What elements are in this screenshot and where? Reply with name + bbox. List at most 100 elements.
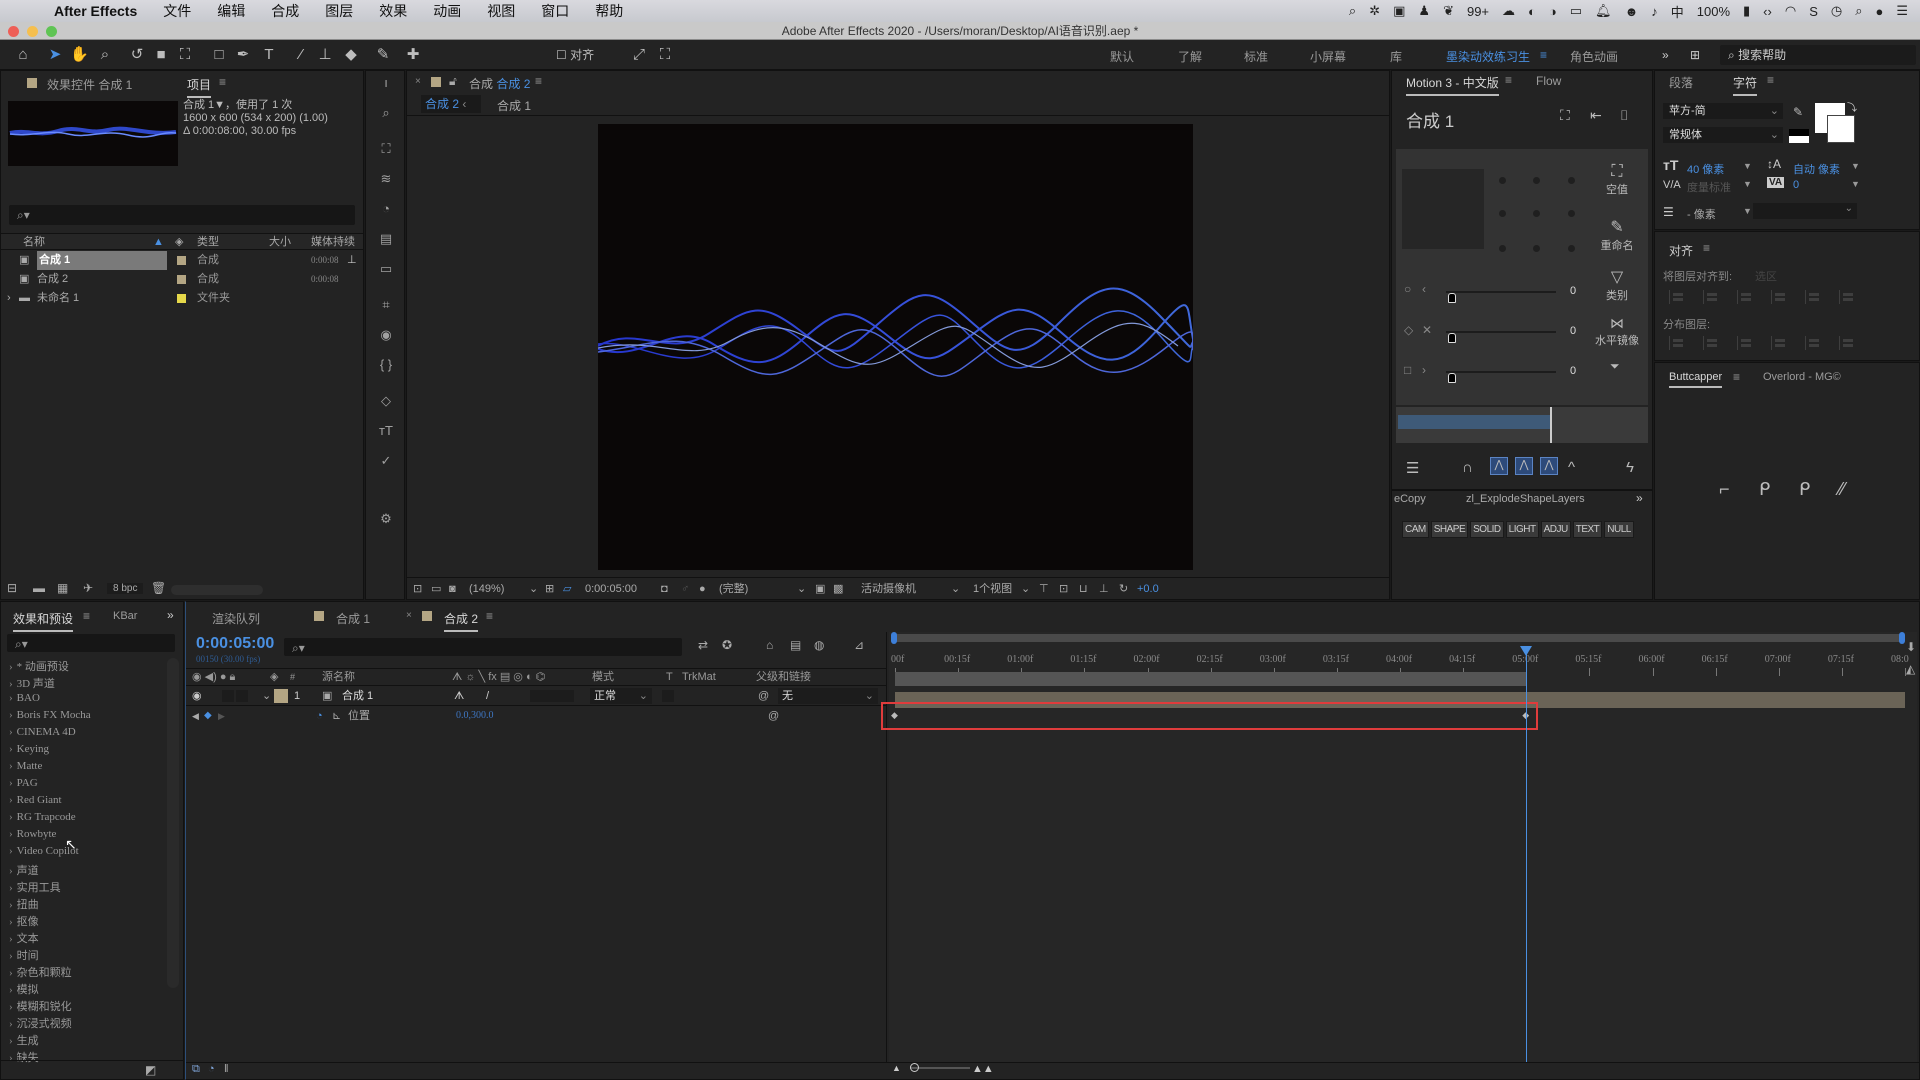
effects-category-item[interactable]: › 声道 — [9, 862, 39, 878]
layer-visibility-icon[interactable]: ◉ — [192, 687, 202, 705]
effects-category-item[interactable]: › PAG — [9, 777, 38, 789]
toggle-switches-icon[interactable]: ⧉ — [192, 1063, 200, 1076]
effects-menu-icon[interactable]: ≡ — [83, 609, 90, 623]
eyedropper-icon[interactable]: ✎ — [1793, 105, 1803, 119]
timeline-zoom-slider[interactable] — [910, 1067, 970, 1069]
sort-ascending-icon[interactable]: ▲ — [153, 234, 164, 250]
tab-overlord[interactable]: Overlord - MG© — [1763, 371, 1841, 383]
layer-row[interactable]: ◉ ⌄ 1 ▣ 合成 1 ᗑ / 正常 ⌄ @ 无 ⌄ — [186, 687, 886, 706]
kbar-button-null[interactable]: NULL — [1604, 521, 1634, 538]
vr-icon[interactable]: ◙ — [449, 578, 456, 600]
slider-thumb-1[interactable] — [1448, 293, 1456, 303]
camera-chevron-icon[interactable]: ⌄ — [951, 578, 960, 600]
color-channels-icon[interactable]: ● — [699, 578, 706, 600]
render-icon[interactable]: ✈ — [83, 581, 93, 595]
source-name-header[interactable]: 源名称 — [322, 669, 355, 686]
graph-editor-icon[interactable]: ⊿ — [854, 638, 864, 652]
tab-comp2[interactable]: 合成 2 — [444, 610, 479, 632]
tab-buttcapper[interactable]: Buttcapper — [1669, 371, 1723, 388]
effects-category-item[interactable]: › 实用工具 — [9, 879, 61, 895]
snap-edge-icon[interactable]: ⛶ — [656, 46, 674, 64]
tab-render-queue[interactable]: 渲染队列 — [212, 610, 260, 627]
sync-settings-icon[interactable]: ⊞ — [1690, 48, 1700, 62]
menu-app-name[interactable]: After Effects — [54, 3, 137, 19]
camera-tool-icon[interactable]: ■ — [152, 46, 170, 64]
menu-composition[interactable]: 合成 — [271, 1, 299, 21]
workspace-character-animation[interactable]: 角色动画 — [1570, 48, 1618, 65]
flowchart-icon[interactable]: ⊥ — [347, 251, 357, 270]
label-column-icon[interactable]: ◈ — [175, 234, 183, 250]
app-icon[interactable]: ◐ — [1528, 4, 1536, 19]
collapse-switch-icon[interactable]: ᗑ — [454, 687, 464, 705]
comp-marker-bin-icon[interactable]: ⬇ — [1906, 640, 1916, 654]
path-point-icon[interactable]: ✓ — [376, 453, 396, 469]
anchor-point-ml[interactable] — [1499, 210, 1506, 217]
folder-icon[interactable]: ▭ — [376, 261, 396, 277]
stroke-chevron-icon[interactable]: ▼ — [1743, 206, 1752, 216]
menu-edit[interactable]: 编辑 — [217, 1, 245, 21]
parent-dropdown[interactable]: 无 ⌄ — [778, 688, 878, 704]
align-hcenter-icon[interactable] — [1703, 290, 1719, 304]
cloud-icon[interactable]: ☁ — [1502, 3, 1515, 19]
ease-in-icon[interactable]: ‹ — [1422, 282, 1426, 296]
magnification-chevron-icon[interactable]: ⌄ — [529, 578, 538, 600]
quality-switch-icon[interactable]: / — [486, 687, 489, 705]
slider-thumb-2[interactable] — [1448, 333, 1456, 343]
slider-track-3[interactable] — [1446, 371, 1556, 373]
type-tool-icon[interactable]: T — [260, 46, 278, 64]
menu-help[interactable]: 帮助 — [595, 1, 623, 21]
battery-icon[interactable]: ▮ — [1743, 3, 1750, 19]
effects-category-item[interactable]: › 生成 — [9, 1032, 39, 1048]
effects-category-item[interactable]: › 抠像 — [9, 913, 39, 929]
s-app-icon[interactable]: S — [1809, 4, 1818, 19]
workspace-library[interactable]: 库 — [1390, 48, 1402, 65]
property-pickwhip-icon[interactable]: @ — [768, 707, 779, 725]
pen-tool-icon[interactable]: ✒ — [234, 46, 252, 64]
camera-icon[interactable]: ▣ — [1393, 3, 1405, 19]
resolution-dropdown[interactable]: (完整) — [719, 578, 748, 600]
puppet-pin-tool-icon[interactable]: ✚ — [404, 46, 422, 64]
anchor-point-tl[interactable] — [1499, 177, 1506, 184]
workspace-menu-icon[interactable]: ≡ — [1540, 48, 1547, 62]
crop-icon[interactable]: ⌗ — [376, 297, 396, 313]
app2-icon[interactable]: ◑ — [1549, 4, 1557, 19]
tab-paragraph[interactable]: 段落 — [1669, 74, 1693, 91]
new-preset-icon[interactable]: ◩ — [145, 1063, 156, 1077]
expand-folder-icon[interactable]: › — [7, 289, 11, 308]
playhead-line[interactable] — [1526, 648, 1528, 1062]
mode-header[interactable]: 模式 — [592, 669, 614, 686]
close-window-icon[interactable] — [8, 26, 19, 37]
layer-switch-boxes[interactable] — [530, 690, 574, 702]
effects-category-item[interactable]: › Keying — [9, 743, 49, 755]
project-item-label-color[interactable] — [177, 294, 186, 303]
anchor-point-tc[interactable] — [1533, 177, 1540, 184]
tab-project[interactable]: 项目 — [187, 76, 212, 98]
effects-category-item[interactable]: › 沉浸式视频 — [9, 1015, 72, 1031]
default-colors-icon[interactable] — [1789, 129, 1809, 143]
stopwatch-icon[interactable]: ◔ — [376, 201, 396, 216]
distribute-hcenter-icon[interactable] — [1805, 336, 1821, 350]
anchor-point-mc[interactable] — [1533, 210, 1540, 217]
more-workspaces-icon[interactable]: » — [1662, 48, 1669, 62]
effects-search-input[interactable]: ⌕▾ — [7, 634, 175, 652]
motion-menu-lines-icon[interactable]: ☰ — [1406, 459, 1419, 477]
select-layers-icon[interactable]: ⛶ — [1560, 107, 1570, 124]
stroke-type-dropdown[interactable]: ⌄ — [1753, 203, 1857, 219]
ease-both-icon[interactable]: ✕ — [1422, 323, 1432, 337]
comp-flowchart-icon[interactable]: ⇄ — [698, 638, 708, 652]
next-keyframe-icon[interactable]: ▶ — [218, 707, 225, 725]
effects-category-item[interactable]: › Red Giant — [9, 794, 62, 806]
layer-solo-toggle[interactable] — [236, 690, 248, 702]
menu-view[interactable]: 视图 — [487, 1, 515, 21]
clock-icon[interactable]: ◷ — [1831, 3, 1842, 19]
workspace-default[interactable]: 默认 — [1110, 48, 1134, 65]
effects-category-item[interactable]: › BAO — [9, 692, 40, 704]
bit-depth-button[interactable]: 8 bpc — [107, 583, 144, 594]
layer-name[interactable]: 合成 1 — [342, 687, 373, 705]
script-ecopy[interactable]: eCopy — [1394, 493, 1426, 505]
roto-brush-tool-icon[interactable]: ✎ — [374, 46, 392, 64]
kbar-button-cam[interactable]: CAM — [1402, 521, 1429, 538]
effects-category-item[interactable]: › 模拟 — [9, 981, 39, 997]
control-center-icon[interactable]: ☰ — [1896, 3, 1908, 19]
minimize-window-icon[interactable] — [27, 26, 38, 37]
